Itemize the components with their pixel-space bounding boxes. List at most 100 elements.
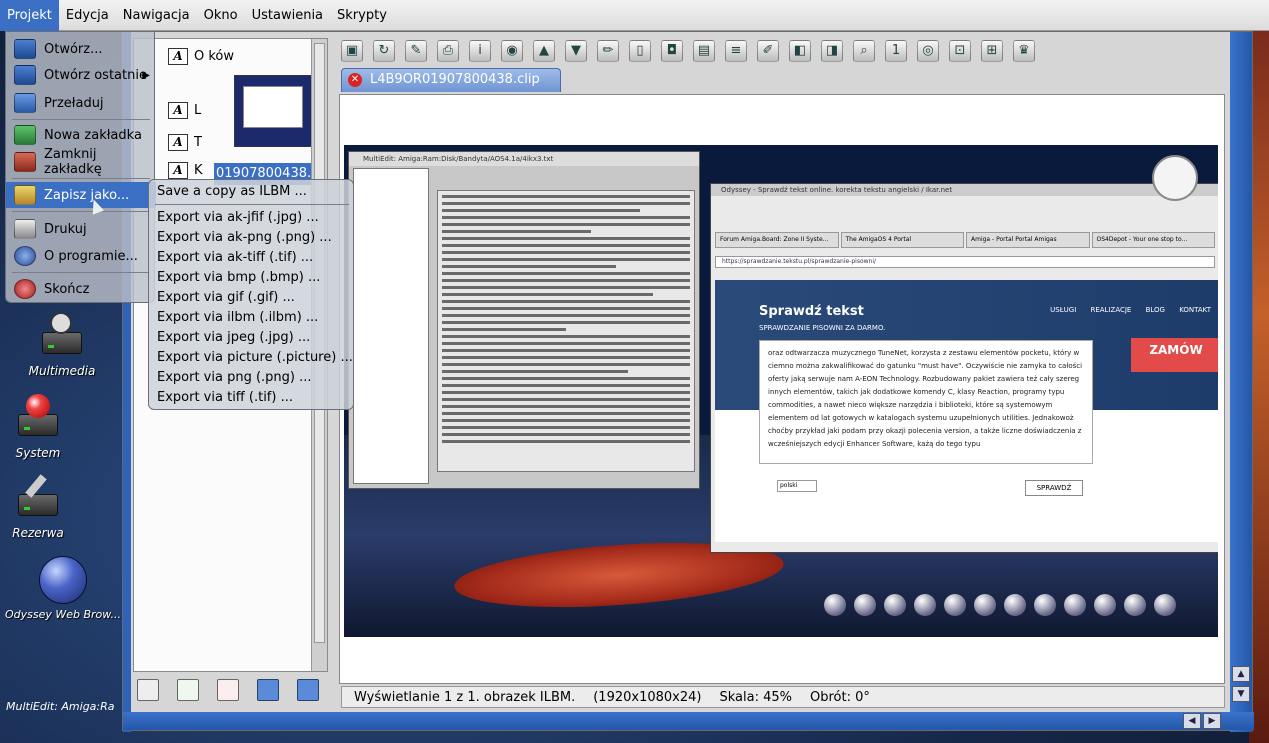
info-icon	[14, 246, 36, 266]
reload-icon[interactable]: ↻	[373, 40, 395, 62]
info-icon[interactable]: i	[469, 40, 491, 62]
close-tab-icon	[14, 152, 36, 172]
submenu-item-export-tiff[interactable]: Export via tiff (.tif) ...	[157, 388, 293, 408]
scroll-up-button[interactable]: ▲	[1232, 666, 1250, 682]
image-next-icon[interactable]: ◨	[821, 40, 843, 62]
desktop-icon-label: Rezerwa	[12, 526, 64, 540]
zoom-1-1-icon[interactable]: 1	[885, 40, 907, 62]
text-file-icon: A	[168, 161, 188, 179]
desktop-icon-label: Multimedia	[28, 364, 96, 378]
list-item-label: T	[194, 134, 202, 150]
submenu-item-export-ak-jfif[interactable]: Export via ak-jfif (.jpg) ...	[157, 208, 319, 228]
submenu-item-save-ilbm[interactable]: Save a copy as ILBM ...	[157, 182, 307, 202]
list-item[interactable]: A T	[168, 131, 202, 153]
submenu-item-export-ilbm[interactable]: Export via ilbm (.ilbm) ...	[157, 308, 318, 328]
menu-item-label: Zamknij zakładkę	[44, 147, 102, 177]
move-down-icon[interactable]	[297, 679, 319, 701]
folder-recent-icon	[14, 65, 36, 85]
menu-item-reload[interactable]: Przeładuj	[6, 90, 156, 116]
submenu-item-export-gif[interactable]: Export via gif (.gif) ...	[157, 288, 295, 308]
menu-item-label: Drukuj	[44, 221, 87, 237]
desktop-icon-rezerwa[interactable]: Rezerwa	[0, 474, 98, 540]
menu-item-label: Skończ	[44, 281, 90, 297]
menu-separator	[155, 204, 349, 205]
menu-edycja[interactable]: Edycja	[59, 0, 116, 31]
list-item[interactable]: A O ków	[168, 45, 234, 67]
printer-icon	[14, 219, 36, 239]
zoom-icon[interactable]: ⌕	[853, 40, 875, 62]
remove-file-icon[interactable]	[217, 679, 239, 701]
image-page-cta: ZAMÓW	[1131, 338, 1218, 372]
image-browser-page: Sprawdź tekst SPRAWDZANIE PISOWNI ZA DAR…	[715, 280, 1218, 542]
image-page-title: Sprawdź tekst	[759, 304, 864, 319]
submenu-item-export-ak-tiff[interactable]: Export via ak-tiff (.tif) ...	[157, 248, 313, 268]
image-editor-title: MultiEdit: Amiga:Ram:Disk/Bandyta/AOS4.1…	[349, 152, 699, 166]
submenu-item-export-png[interactable]: Export via png (.png) ...	[157, 368, 312, 388]
eye-icon[interactable]: ◎	[917, 40, 939, 62]
menu-item-close-tab[interactable]: Zamknij zakładkę	[6, 147, 156, 177]
edit-icon[interactable]: ✐	[757, 40, 779, 62]
taskbar-label[interactable]: MultiEdit: Amiga:Ra	[6, 700, 115, 713]
scroll-left-button[interactable]: ◀	[1183, 713, 1201, 729]
image-page-nav: USŁUGI REALIZACJE BLOG KONTAKT	[1050, 306, 1211, 314]
projekt-menu: Otwórz... Otwórz ostatnie ▶ Przeładuj No…	[5, 31, 156, 303]
submenu-item-export-jpeg[interactable]: Export via jpeg (.jpg) ...	[157, 328, 310, 348]
camera-icon[interactable]: ◘	[661, 40, 683, 62]
menu-item-open-recent[interactable]: Otwórz ostatnie ▶	[6, 62, 156, 88]
screenshot-icon[interactable]: ◉	[501, 40, 523, 62]
arrow-up-icon[interactable]: ▲	[533, 40, 555, 62]
pencil-icon[interactable]: ✏	[597, 40, 619, 62]
scroll-right-button[interactable]: ▶	[1203, 713, 1221, 729]
menu-nawigacja[interactable]: Nawigacja	[116, 0, 197, 31]
submenu-item-export-ak-png[interactable]: Export via ak-png (.png) ...	[157, 228, 332, 248]
save-as-icon	[14, 185, 36, 205]
arrow-down-icon[interactable]: ▼	[565, 40, 587, 62]
desktop-icon-odyssey[interactable]: Odyssey Web Brow...	[4, 556, 122, 621]
clipboard-icon[interactable]: ▤	[693, 40, 715, 62]
menu-item-label: O programie...	[44, 248, 138, 264]
add-file-icon[interactable]	[177, 679, 199, 701]
image-editor-window: MultiEdit: Amiga:Ram:Disk/Bandyta/AOS4.1…	[348, 151, 700, 489]
image-dock	[824, 585, 1214, 625]
menu-item-label: Przeładuj	[44, 95, 104, 111]
open-icon[interactable]: ▣	[341, 40, 363, 62]
view-icon[interactable]	[137, 679, 159, 701]
menu-skrypty[interactable]: Skrypty	[330, 0, 394, 31]
menu-item-print[interactable]: Drukuj	[6, 216, 156, 242]
menu-item-about[interactable]: O programie...	[6, 243, 156, 269]
close-icon[interactable]: ✕	[348, 73, 362, 87]
desktop-icon-multimedia[interactable]: Multimedia	[2, 312, 122, 378]
menu-ustawienia[interactable]: Ustawienia	[245, 0, 330, 31]
menu-okno[interactable]: Okno	[197, 0, 245, 31]
save-icon[interactable]: ✎	[405, 40, 427, 62]
list-item[interactable]: A L	[168, 99, 201, 121]
page-icon[interactable]: ▯	[629, 40, 651, 62]
image-page-check-button: SPRAWDŹ	[1025, 480, 1083, 496]
fit-icon[interactable]: ⊡	[949, 40, 971, 62]
menu-projekt[interactable]: Projekt	[0, 0, 59, 31]
move-up-icon[interactable]	[257, 679, 279, 701]
menu-item-open[interactable]: Otwórz...	[6, 36, 156, 62]
image-viewer[interactable]: MultiEdit: Amiga:Ram:Disk/Bandyta/AOS4.1…	[339, 94, 1225, 684]
menu-item-save-as[interactable]: Zapisz jako...	[6, 182, 156, 208]
text-file-icon: A	[168, 133, 188, 151]
font-table-icon[interactable]: ≡	[725, 40, 747, 62]
crown-icon[interactable]: ♛	[1013, 40, 1035, 62]
submenu-item-export-picture[interactable]: Export via picture (.picture) ...	[157, 348, 353, 368]
tab-image[interactable]: ✕ L4B9OR01907800438.clip	[341, 68, 561, 92]
desktop-icon-label: System	[15, 446, 61, 460]
system-icon	[14, 394, 62, 442]
submenu-item-export-bmp[interactable]: Export via bmp (.bmp) ...	[157, 268, 320, 288]
desktop-icon-system[interactable]: System	[0, 394, 98, 460]
print-icon[interactable]: ⎙	[437, 40, 459, 62]
status-bar: Wyświetlanie 1 z 1. obrazek ILBM. (1920x…	[341, 686, 1225, 708]
list-item[interactable]: A K	[168, 159, 203, 181]
menu-item-quit[interactable]: Skończ	[6, 276, 156, 302]
fullscreen-icon[interactable]: ⊞	[981, 40, 1003, 62]
menu-separator	[12, 178, 150, 179]
image-editor-filelist	[353, 168, 429, 484]
image-prev-icon[interactable]: ◧	[789, 40, 811, 62]
menu-item-new-tab[interactable]: Nowa zakładka	[6, 122, 156, 148]
scroll-down-button[interactable]: ▼	[1232, 686, 1250, 702]
file-thumbnail[interactable]	[234, 75, 312, 147]
